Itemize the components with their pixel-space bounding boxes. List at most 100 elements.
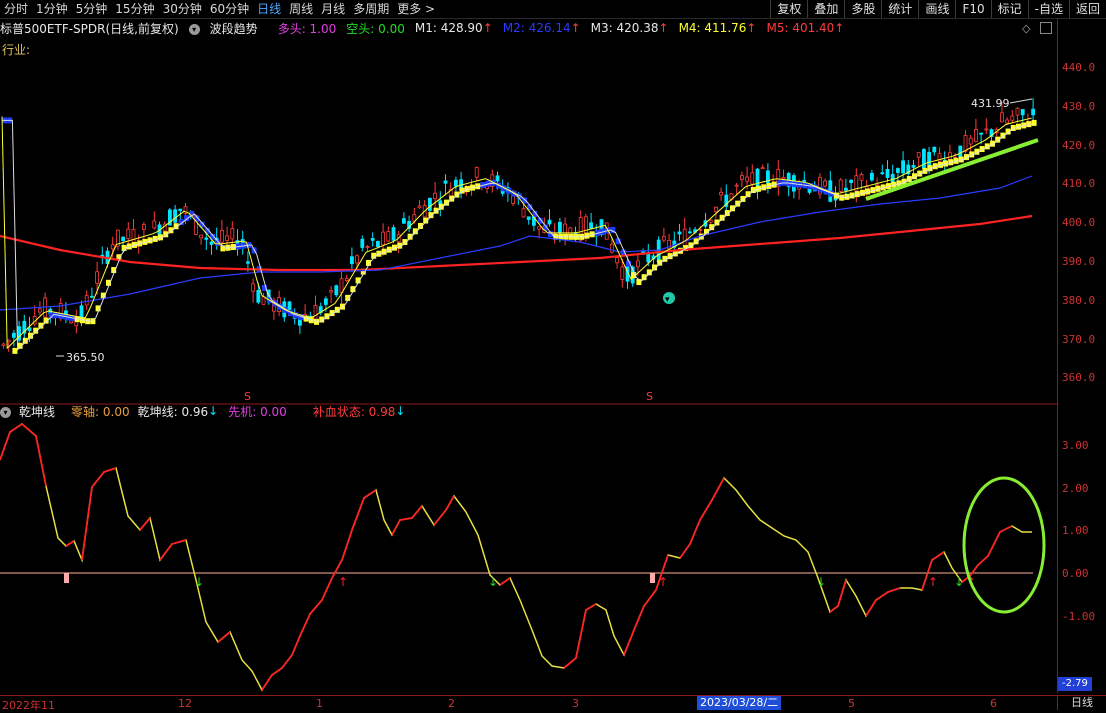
candle-body [916, 152, 921, 158]
candle-body [750, 172, 755, 185]
qiankun-line [0, 423, 1032, 692]
candle-body [589, 222, 593, 229]
event-marker-s: S [244, 390, 251, 403]
qiankun-up-segment [633, 605, 645, 631]
candle-body [885, 168, 890, 178]
candle-body [339, 278, 344, 293]
candle-body [391, 227, 396, 241]
qiankun-up-segment [977, 555, 989, 566]
date-tick: 2 [448, 697, 455, 710]
candle-body [870, 172, 874, 181]
up-arrow-icon: ↑ [658, 575, 668, 589]
candle-body [558, 222, 562, 234]
trend-line-green[interactable] [865, 138, 1039, 201]
qiankun-up-segment [81, 486, 93, 561]
indicator-tick: 3.00 [1062, 439, 1089, 452]
candle-body [225, 235, 230, 242]
candle-body [199, 234, 204, 239]
candle-body [896, 168, 900, 173]
qiankun-up-segment [159, 543, 173, 561]
qiankun-up-segment [875, 591, 889, 601]
qiankun-up-segment [887, 587, 901, 593]
qk-line-value: 乾坤线: 0.96 [137, 404, 209, 419]
indicator-tick: 0.00 [1062, 567, 1089, 581]
candle-body [521, 208, 526, 218]
candle-body [365, 246, 370, 248]
qiankun-up-segment [433, 509, 447, 526]
candle-body [121, 236, 125, 241]
highlight-ellipse [962, 476, 1046, 614]
candle-body [6, 339, 11, 343]
price-tick: 390.0 [1062, 255, 1096, 268]
candle-body [688, 231, 692, 234]
candle-body [251, 283, 256, 292]
candle-body [911, 165, 916, 168]
candle-body [1015, 107, 1020, 116]
qiankun-up-segment [171, 539, 187, 545]
kline-chart[interactable]: 431.99 365.50 ▾ S S ↓ ↑ ↓ ↑ ↓ ↑ ↓ ↑ [0, 0, 1106, 710]
qiankun-up-segment [309, 599, 323, 615]
up-arrow-icon: ↑ [338, 575, 348, 589]
bar-marker [650, 573, 655, 583]
candle-body [323, 298, 328, 305]
ma-yellow-line [1, 116, 1032, 350]
candle-body [974, 129, 978, 142]
qiankun-up-segment [999, 525, 1013, 533]
candle-body [381, 231, 386, 246]
indicator-title-bar: ▾ 乾坤线 零轴: 0.00 乾坤线: 0.96 ↓ 先机: 0.00 补血状态: … [0, 403, 413, 420]
qiankun-up-segment [91, 471, 105, 488]
date-tick: 1 [316, 697, 323, 710]
price-tick: 370.0 [1062, 332, 1096, 346]
dropdown-icon: ▾ [0, 406, 11, 418]
candle-body [360, 238, 365, 248]
candle-body [719, 191, 723, 196]
candle-body [1020, 109, 1025, 116]
qiankun-up-segment [563, 657, 577, 669]
candle-body [698, 229, 703, 231]
candle-body [1000, 112, 1004, 123]
candle-body [968, 137, 973, 145]
candle-body [838, 179, 843, 192]
candle-body [427, 197, 432, 211]
qiankun-up-segment [987, 531, 1001, 557]
qiankun-up-segment [299, 613, 311, 637]
date-tick: 2022年11 [2, 699, 55, 712]
qiankun-up-segment [363, 489, 377, 499]
candle-body [823, 180, 827, 187]
qiankun-up-segment [499, 577, 511, 586]
candle-body [401, 218, 406, 224]
qiankun-up-segment [575, 609, 587, 659]
candle-body [245, 261, 250, 264]
price-tick: 360.0 [1062, 371, 1096, 385]
candle-body [880, 172, 885, 175]
qiankun-up-segment [281, 654, 293, 669]
candle-body [110, 244, 115, 250]
candle-body [526, 216, 531, 220]
indicator-cursor-value: -2.79 [1058, 677, 1092, 691]
candle-body [1005, 119, 1009, 124]
candle-body [38, 308, 42, 313]
qiankun-up-segment [65, 540, 75, 547]
candle-body [95, 271, 99, 284]
candle-body [615, 257, 619, 264]
candle-body [417, 205, 422, 209]
candle-body [979, 132, 983, 135]
qiankun-up-segment [271, 667, 283, 676]
indicator-selector[interactable]: ▾ 乾坤线 [0, 403, 63, 420]
period-label[interactable]: 日线 [1057, 696, 1106, 710]
candle-body [256, 290, 261, 303]
price-tick: 400.0 [1062, 216, 1096, 230]
qiankun-up-segment [399, 517, 413, 521]
candle-body [708, 219, 713, 223]
candle-body [84, 295, 89, 306]
candle-body [90, 295, 94, 298]
indicator-arrows: ↓ ↑ ↓ ↑ ↓ ↑ ↓ ↑ [64, 573, 976, 589]
indicator-tick: -1.00 [1062, 609, 1096, 623]
candle-body [963, 134, 968, 152]
candle-body [209, 241, 214, 245]
qiankun-up-segment [291, 635, 301, 656]
qiankun-up-segment [711, 477, 725, 501]
candle-body [204, 237, 209, 240]
bar-marker [64, 573, 69, 583]
date-tick: 5 [848, 697, 855, 710]
